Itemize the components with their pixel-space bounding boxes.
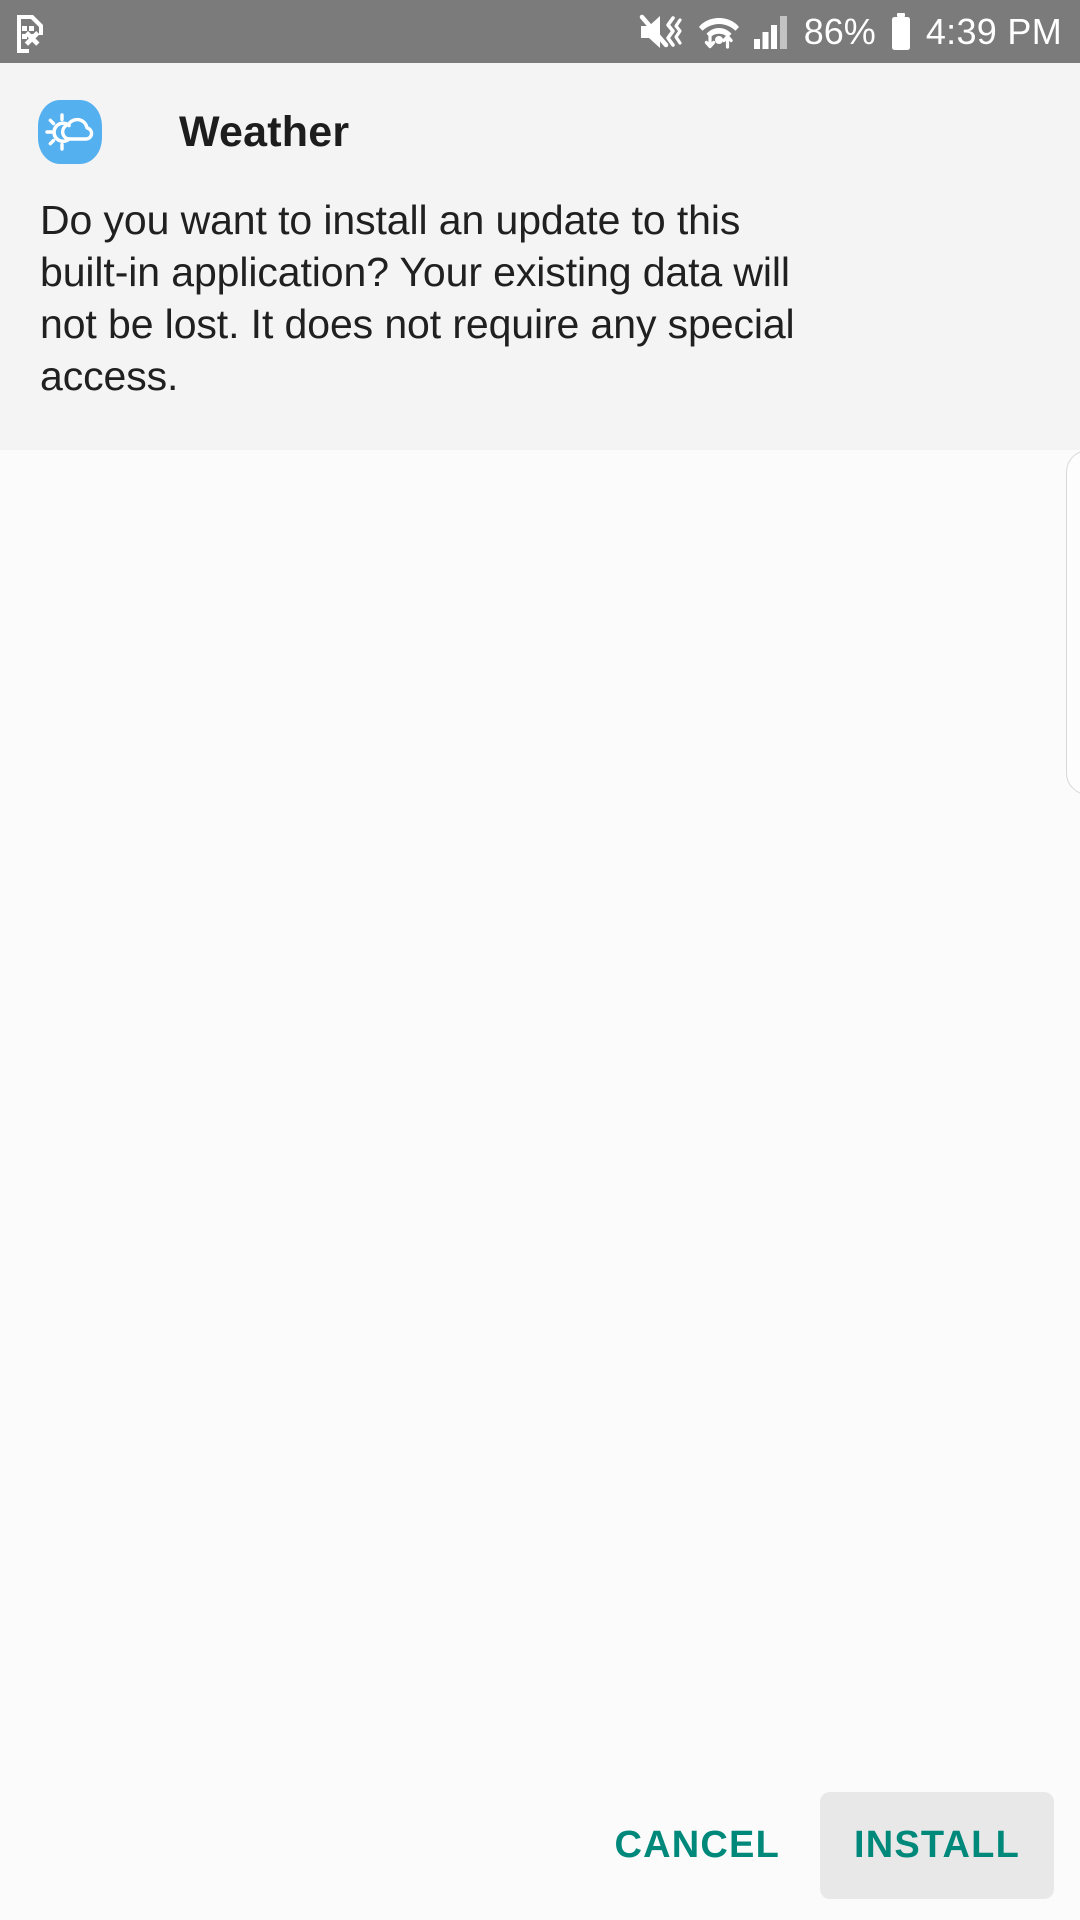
status-bar-clock: 4:39 PM <box>925 10 1062 52</box>
dialog-button-bar: CANCEL INSTALL <box>0 1770 1080 1920</box>
android-package-installer-screen: 86% 4:39 PM Weather Do you want to insta… <box>0 0 1080 1920</box>
install-dialog-header: Weather Do you want to install an update… <box>0 63 1080 450</box>
no-sim-card-icon <box>14 11 48 53</box>
battery-percentage: 86% <box>803 10 876 52</box>
wifi-data-transfer-icon <box>698 12 740 52</box>
dialog-message: Do you want to install an update to this… <box>40 197 795 399</box>
partial-card-edge <box>1066 450 1080 795</box>
dialog-body-area <box>0 450 1080 1920</box>
page-title: Weather <box>179 107 350 156</box>
battery-full-icon <box>889 12 913 52</box>
status-bar-right-icons: 86% 4:39 PM <box>639 12 1062 52</box>
mute-vibrate-icon <box>639 12 685 52</box>
app-identity-row: Weather <box>0 100 1080 164</box>
status-bar-left-icons <box>14 11 48 53</box>
cancel-button[interactable]: CANCEL <box>582 1802 812 1889</box>
install-button[interactable]: INSTALL <box>819 1791 1054 1899</box>
cellular-signal-icon <box>753 13 791 51</box>
status-bar: 86% 4:39 PM <box>0 0 1080 63</box>
weather-app-icon <box>38 100 102 164</box>
